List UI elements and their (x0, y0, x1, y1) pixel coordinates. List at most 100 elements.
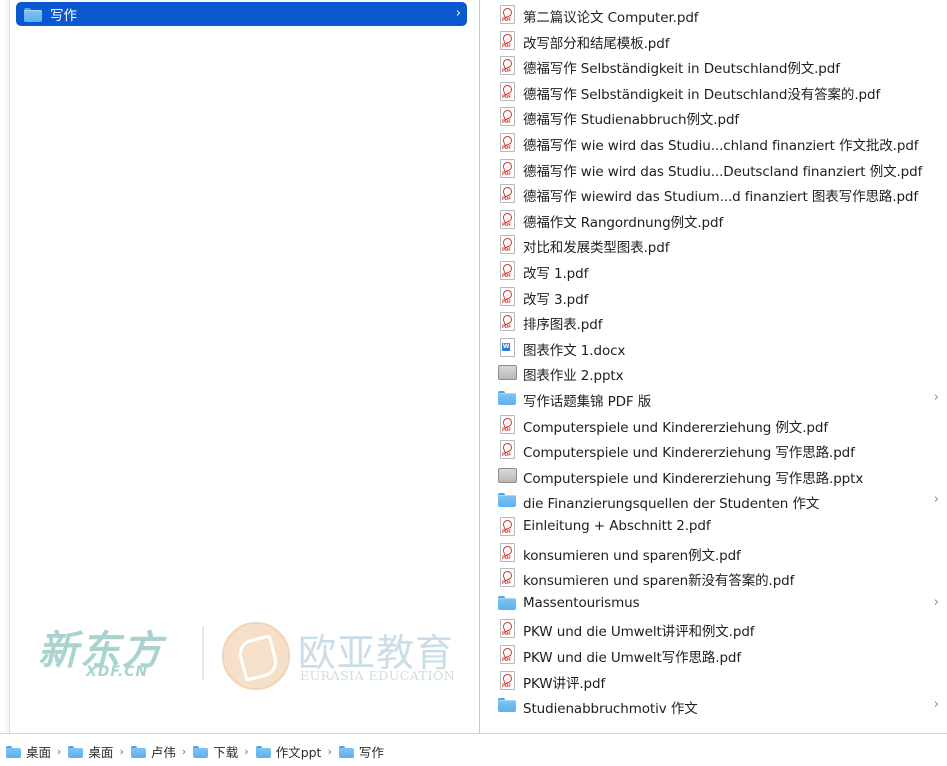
chevron-right-icon: › (455, 6, 461, 21)
item-label: Studienabbruchmotiv 作文 (523, 701, 698, 718)
watermark-seal-icon (222, 622, 290, 690)
pdf-icon (500, 670, 515, 690)
file-row[interactable]: 德福写作 Studienabbruch例文.pdf (480, 104, 947, 129)
file-row[interactable]: Computerspiele und Kindererziehung 写作思路.… (480, 437, 947, 462)
file-row[interactable]: 改写部分和结尾模板.pdf (480, 28, 947, 53)
item-label: 德福写作 Selbständigkeit in Deutschland没有答案的… (523, 86, 881, 103)
folder-row[interactable]: die Finanzierungsquellen der Studenten 作… (480, 488, 947, 513)
docx-icon-wrap (498, 337, 516, 357)
file-row[interactable]: 改写 3.pdf (480, 284, 947, 309)
folder-icon (24, 8, 42, 22)
pdf-icon-wrap (498, 107, 516, 127)
selected-folder-row[interactable]: 写作 › (16, 2, 467, 26)
pdf-icon-wrap (498, 261, 516, 280)
file-row[interactable]: 图表作业 2.pptx (480, 360, 947, 385)
pdf-icon (500, 30, 515, 50)
pdf-icon (500, 286, 515, 306)
folder-row[interactable]: Studienabbruchmotiv 作文 › (480, 693, 947, 718)
path-crumb[interactable]: 桌面 › (68, 742, 130, 761)
pdf-icon-wrap (498, 81, 516, 101)
file-row[interactable]: PKW und die Umwelt讲评和例文.pdf (480, 616, 947, 641)
item-label: Computerspiele und Kindererziehung 写作思路.… (523, 445, 855, 462)
chevron-right-icon: › (933, 594, 939, 610)
file-row[interactable]: 对比和发展类型图表.pdf (480, 232, 947, 257)
folder-icon (6, 745, 21, 758)
file-row[interactable]: 德福写作 Selbständigkeit in Deutschland例文.pd… (480, 53, 947, 78)
watermark: 新东方 XDF.CN 欧亚教育 EURASIA EDUCATION (36, 618, 456, 690)
folder-icon (498, 595, 516, 610)
item-label: 德福写作 wie wird das Studiu...chland finanz… (523, 138, 919, 154)
item-label: Einleitung + Abschnitt 2.pdf (523, 518, 711, 534)
chevron-right-icon: › (933, 492, 939, 508)
watermark-title-en: EURASIA EDUCATION (300, 668, 456, 683)
folder-icon (338, 745, 354, 758)
path-crumb-label: 写作 (358, 745, 384, 760)
file-row[interactable]: PKW讲评.pdf (480, 668, 947, 693)
folder-row[interactable]: 写作话题集锦 PDF 版 › (480, 386, 947, 411)
item-label: 德福写作 wiewird das Studium...d finanziert … (523, 189, 919, 206)
folder-icon-wrap (498, 491, 516, 509)
item-label: konsumieren und sparen例文.pdf (523, 547, 741, 564)
item-label: Massentourismus (523, 594, 640, 611)
path-bar: 桌面 › 桌面 › 卢伟 › 下载 › 作文ppt › 写作 (0, 733, 947, 766)
pdf-icon-wrap (498, 312, 516, 332)
path-crumb[interactable]: 下载 › (193, 742, 255, 761)
pptx-icon (498, 365, 517, 381)
path-crumb[interactable]: 写作 (338, 742, 384, 761)
pdf-icon (500, 56, 515, 76)
item-label: 对比和发展类型图表.pdf (523, 240, 670, 257)
item-label: 改写 1.pdf (523, 266, 589, 282)
path-crumb[interactable]: 卢伟 › (130, 742, 193, 761)
folder-row[interactable]: Massentourismus › (480, 591, 947, 616)
pdf-icon (500, 517, 515, 536)
path-crumb-label: 卢伟 (150, 745, 176, 760)
pdf-icon-wrap (498, 30, 516, 50)
file-row[interactable]: 改写 1.pdf (480, 258, 947, 283)
file-row[interactable]: 图表作文 1.docx (480, 335, 947, 360)
file-row[interactable]: 第二篇议论文 Computer.pdf (480, 2, 947, 27)
pdf-icon (500, 133, 515, 152)
watermark-brand-sub: XDF.CN (86, 664, 149, 680)
path-separator-icon: › (57, 745, 62, 758)
pptx-icon-wrap (498, 363, 517, 381)
pdf-icon-wrap (498, 133, 516, 152)
pdf-icon-wrap (498, 5, 516, 24)
file-row[interactable]: Einleitung + Abschnitt 2.pdf (480, 514, 947, 539)
file-row[interactable]: PKW und die Umwelt写作思路.pdf (480, 642, 947, 667)
pdf-icon (500, 5, 515, 24)
pdf-icon-wrap (498, 158, 516, 178)
file-row[interactable]: 德福写作 wiewird das Studium...d finanziert … (480, 181, 947, 206)
folder-icon (193, 745, 209, 758)
item-label: 改写 3.pdf (523, 291, 589, 308)
path-crumb-label: 桌面 (88, 745, 114, 760)
file-row[interactable]: 德福作文 Rangordnung例文.pdf (480, 207, 947, 232)
item-label: 图表作业 2.pptx (523, 368, 624, 385)
pdf-icon (500, 235, 515, 255)
file-row[interactable]: 德福写作 wie wird das Studiu...Deutscland fi… (480, 156, 947, 181)
pdf-icon-wrap (498, 286, 516, 306)
file-row[interactable]: 排序图表.pdf (480, 309, 947, 334)
file-row[interactable]: 德福写作 Selbständigkeit in Deutschland没有答案的… (480, 79, 947, 104)
item-label: 图表作文 1.docx (523, 342, 626, 359)
docx-icon (500, 337, 515, 357)
pdf-icon (500, 107, 515, 127)
pdf-icon-wrap (498, 619, 516, 639)
left-column-edge (5, 0, 10, 733)
item-label: PKW und die Umwelt讲评和例文.pdf (523, 624, 755, 641)
item-label: 德福写作 Selbständigkeit in Deutschland例文.pd… (523, 61, 840, 78)
right-column: 第二篇议论文 Computer.pdf 改写部分和结尾模板.pdf 德福写作 Sel… (480, 0, 947, 733)
pdf-icon (500, 619, 515, 639)
watermark-separator (202, 626, 204, 680)
item-label: 德福写作 wie wird das Studiu...Deutscland fi… (523, 163, 923, 180)
file-row[interactable]: konsumieren und sparen例文.pdf (480, 540, 947, 565)
item-label: Computerspiele und Kindererziehung 写作思路.… (523, 470, 864, 487)
pdf-icon (500, 414, 515, 434)
pdf-icon (500, 440, 515, 460)
file-row[interactable]: konsumieren und sparen新没有答案的.pdf (480, 565, 947, 590)
file-row[interactable]: 德福写作 wie wird das Studiu...chland finanz… (480, 130, 947, 155)
file-row[interactable]: Computerspiele und Kindererziehung 例文.pd… (480, 412, 947, 437)
folder-icon (130, 745, 146, 758)
path-crumb[interactable]: 作文ppt › (255, 742, 339, 761)
file-row[interactable]: Computerspiele und Kindererziehung 写作思路.… (480, 463, 947, 488)
path-crumb[interactable]: 桌面 › (6, 742, 68, 761)
